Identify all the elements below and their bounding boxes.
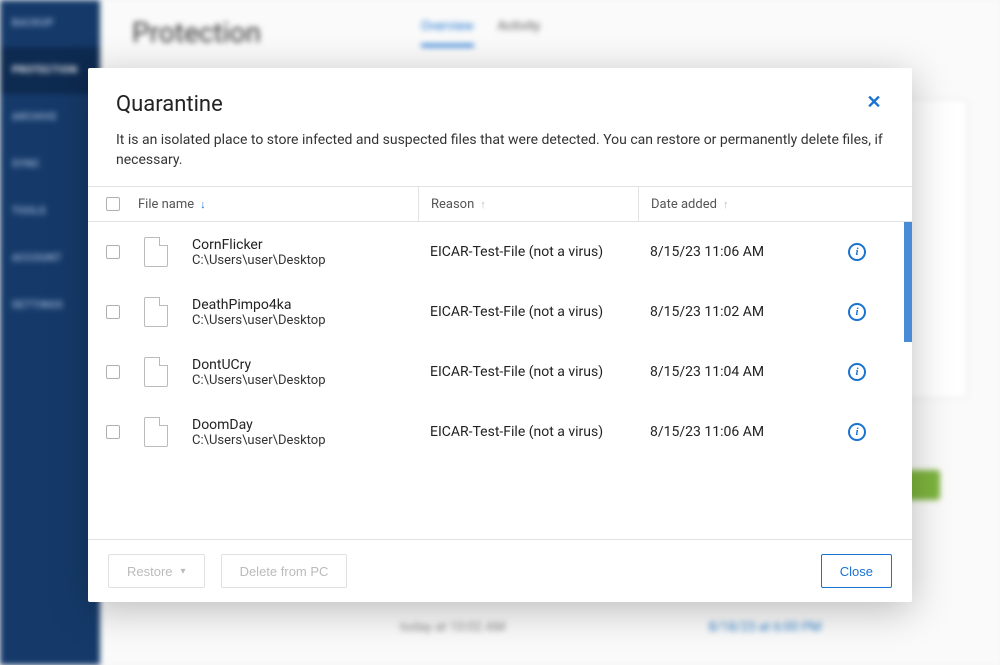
file-icon — [144, 297, 168, 327]
modal-header: Quarantine ✕ — [88, 68, 912, 131]
modal-title: Quarantine — [116, 92, 884, 117]
table-row[interactable]: DontUCry C:\Users\user\Desktop EICAR-Tes… — [88, 342, 912, 402]
row-reason: EICAR-Test-File (not a virus) — [430, 244, 603, 260]
scrollbar-thumb[interactable] — [904, 222, 912, 342]
quarantine-modal: Quarantine ✕ It is an isolated place to … — [88, 68, 912, 602]
restore-button[interactable]: Restore ▾ — [108, 554, 205, 588]
info-icon[interactable]: i — [848, 243, 866, 261]
row-checkbox[interactable] — [106, 245, 120, 259]
row-reason: EICAR-Test-File (not a virus) — [430, 364, 603, 380]
file-icon — [144, 357, 168, 387]
file-name: DoomDay — [192, 417, 326, 433]
row-checkbox[interactable] — [106, 305, 120, 319]
row-checkbox[interactable] — [106, 425, 120, 439]
file-icon — [144, 417, 168, 447]
row-reason: EICAR-Test-File (not a virus) — [430, 424, 603, 440]
file-name: CornFlicker — [192, 237, 326, 253]
row-date: 8/15/23 11:06 AM — [650, 244, 764, 260]
file-path: C:\Users\user\Desktop — [192, 433, 326, 448]
modal-footer: Restore ▾ Delete from PC Close — [88, 539, 912, 602]
close-icon[interactable]: ✕ — [864, 92, 884, 112]
sort-up-icon: ↑ — [480, 198, 486, 211]
info-icon[interactable]: i — [848, 303, 866, 321]
row-checkbox[interactable] — [106, 365, 120, 379]
modal-overlay: Quarantine ✕ It is an isolated place to … — [0, 0, 1000, 665]
close-button[interactable]: Close — [821, 554, 892, 588]
file-icon — [144, 237, 168, 267]
delete-button[interactable]: Delete from PC — [221, 554, 348, 588]
column-header-date[interactable]: Date added ↑ — [638, 187, 848, 221]
table-row[interactable]: CornFlicker C:\Users\user\Desktop EICAR-… — [88, 222, 912, 282]
select-all-checkbox[interactable] — [106, 197, 120, 211]
row-date: 8/15/23 11:04 AM — [650, 364, 764, 380]
sort-up-icon: ↑ — [723, 198, 729, 211]
table-row[interactable]: DeathPimpo4ka C:\Users\user\Desktop EICA… — [88, 282, 912, 342]
column-header-filename[interactable]: File name ↓ — [138, 197, 418, 212]
table-body: CornFlicker C:\Users\user\Desktop EICAR-… — [88, 222, 912, 539]
file-path: C:\Users\user\Desktop — [192, 313, 326, 328]
row-reason: EICAR-Test-File (not a virus) — [430, 304, 603, 320]
table-header: File name ↓ Reason ↑ Date added ↑ — [88, 186, 912, 222]
sort-down-icon: ↓ — [200, 198, 206, 211]
chevron-down-icon: ▾ — [181, 566, 186, 577]
column-header-reason[interactable]: Reason ↑ — [418, 187, 638, 221]
table-row[interactable]: DoomDay C:\Users\user\Desktop EICAR-Test… — [88, 402, 912, 462]
info-icon[interactable]: i — [848, 423, 866, 441]
row-date: 8/15/23 11:02 AM — [650, 304, 764, 320]
info-icon[interactable]: i — [848, 363, 866, 381]
file-name: DeathPimpo4ka — [192, 297, 326, 313]
file-name: DontUCry — [192, 357, 326, 373]
scrollbar[interactable] — [904, 222, 912, 539]
modal-description: It is an isolated place to store infecte… — [88, 131, 912, 186]
row-date: 8/15/23 11:06 AM — [650, 424, 764, 440]
file-path: C:\Users\user\Desktop — [192, 253, 326, 268]
file-path: C:\Users\user\Desktop — [192, 373, 326, 388]
